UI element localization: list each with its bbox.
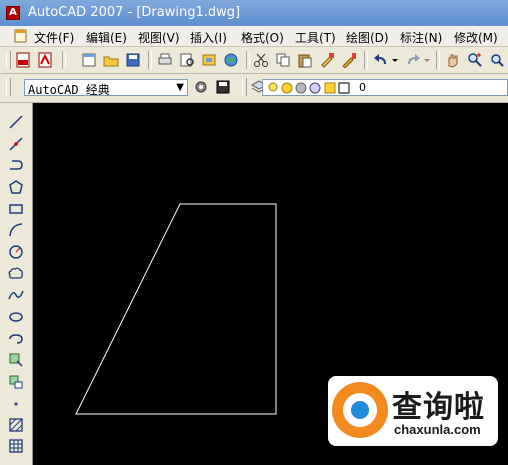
ellipse-arc-icon[interactable] <box>7 330 25 348</box>
make-block-icon[interactable] <box>7 373 25 391</box>
workspace-save-icon[interactable] <box>214 78 232 96</box>
menu-insert[interactable]: 插入(I) <box>190 29 227 46</box>
toolbar-separator <box>62 51 66 69</box>
undo-dropdown-icon[interactable] <box>390 51 400 69</box>
pan-icon[interactable] <box>444 51 462 69</box>
rectangle-icon[interactable] <box>7 200 25 218</box>
window-title: AutoCAD 2007 - [Drawing1.dwg] <box>28 5 241 20</box>
dropdown-arrow-icon[interactable]: ▼ <box>176 82 184 93</box>
menu-file[interactable]: 文件(F) <box>34 29 74 46</box>
workspace-toolbar: AutoCAD 经典 ▼ 0 <box>0 74 508 103</box>
menu-format[interactable]: 格式(O) <box>241 29 284 46</box>
toolbar-separator <box>246 51 250 69</box>
watermark-title: 查询啦 <box>392 390 485 425</box>
draw-toolbar <box>0 103 33 465</box>
copy-icon[interactable] <box>274 51 292 69</box>
menu-view[interactable]: 视图(V) <box>138 29 180 46</box>
title-bar: A AutoCAD 2007 - [Drawing1.dwg] <box>0 0 508 27</box>
paste-icon[interactable] <box>296 51 314 69</box>
revision-cloud-icon[interactable] <box>7 265 25 283</box>
document-icon[interactable] <box>12 28 30 44</box>
block-editor-icon[interactable] <box>340 51 358 69</box>
save-icon[interactable] <box>124 51 142 69</box>
arc-icon[interactable] <box>7 221 25 239</box>
toolbar-grip[interactable] <box>6 78 11 96</box>
menu-draw[interactable]: 绘图(D) <box>346 29 389 46</box>
menu-dimension[interactable]: 标注(N) <box>400 29 442 46</box>
menu-modify[interactable]: 修改(M) <box>454 29 498 46</box>
redo-dropdown-icon[interactable] <box>422 51 432 69</box>
circle-icon[interactable] <box>7 243 25 261</box>
current-layer: 0 <box>359 81 366 94</box>
watermark: 查询啦 chaxunla.com <box>328 376 498 446</box>
construction-line-icon[interactable] <box>7 135 25 153</box>
toolbar-separator <box>436 51 440 69</box>
watermark-logo-icon <box>332 382 388 438</box>
new-icon[interactable] <box>80 51 98 69</box>
workspace-settings-icon[interactable] <box>192 78 210 96</box>
pdf-red-icon[interactable] <box>14 51 32 69</box>
zoom-window-icon[interactable] <box>488 51 506 69</box>
polyline-icon[interactable] <box>7 156 25 174</box>
polygon-icon[interactable] <box>7 178 25 196</box>
match-properties-icon[interactable] <box>318 51 336 69</box>
toolbar-grip[interactable] <box>6 51 11 69</box>
watermark-subtitle: chaxunla.com <box>394 422 481 437</box>
line-icon[interactable] <box>7 113 25 131</box>
standard-toolbar <box>0 47 508 74</box>
layer-control[interactable]: 0 <box>262 79 508 96</box>
toolbar-separator <box>148 51 152 69</box>
menu-edit[interactable]: 编辑(E) <box>86 29 127 46</box>
menu-bar: 文件(F) 编辑(E) 视图(V) 插入(I) 格式(O) 工具(T) 绘图(D… <box>0 26 508 47</box>
web-icon[interactable] <box>222 51 240 69</box>
trapezoid-shape[interactable] <box>75 203 277 415</box>
hatch-icon[interactable] <box>7 416 25 434</box>
menu-tools[interactable]: 工具(T) <box>295 29 336 46</box>
toolbar-separator <box>364 51 368 69</box>
zoom-realtime-icon[interactable] <box>466 51 484 69</box>
toolbar-grip[interactable] <box>242 78 247 96</box>
workspace-dropdown[interactable]: AutoCAD 经典 ▼ <box>24 79 188 97</box>
point-icon[interactable] <box>7 395 25 413</box>
publish-icon[interactable] <box>200 51 218 69</box>
ellipse-icon[interactable] <box>7 308 25 326</box>
gradient-icon[interactable] <box>7 437 25 455</box>
workspace-value: AutoCAD 经典 <box>28 83 110 97</box>
open-icon[interactable] <box>102 51 120 69</box>
print-icon[interactable] <box>156 51 174 69</box>
print-preview-icon[interactable] <box>178 51 196 69</box>
insert-block-icon[interactable] <box>7 351 25 369</box>
spline-icon[interactable] <box>7 286 25 304</box>
pdf-red-icon-2[interactable] <box>36 51 54 69</box>
undo-icon[interactable] <box>372 51 390 69</box>
autocad-app-icon[interactable]: A <box>6 6 20 20</box>
redo-icon[interactable] <box>404 51 422 69</box>
cut-icon[interactable] <box>252 51 270 69</box>
